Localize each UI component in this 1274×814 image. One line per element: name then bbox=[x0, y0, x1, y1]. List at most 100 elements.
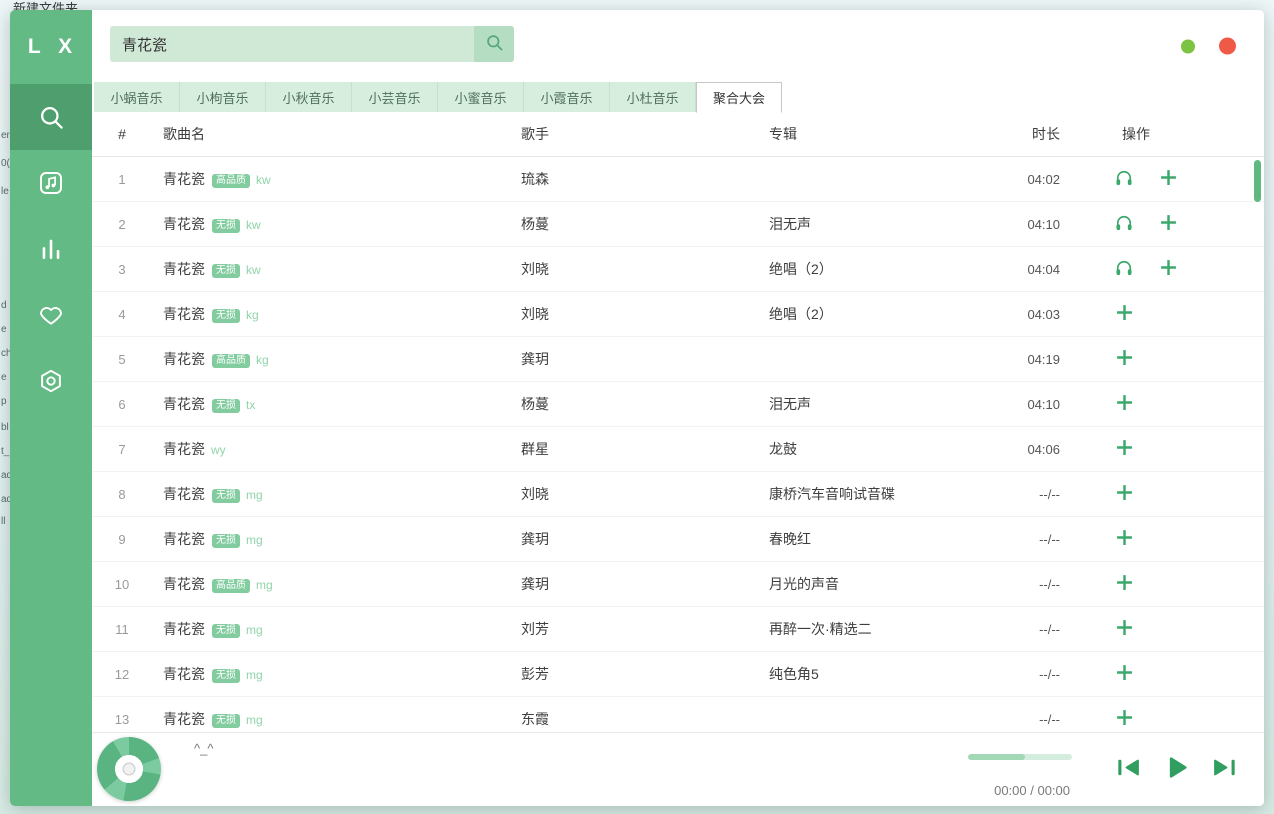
song-cell: 青花瓷无损kw bbox=[152, 214, 512, 234]
row-number: 4 bbox=[92, 307, 152, 322]
sidebar-item-search[interactable] bbox=[10, 84, 92, 150]
table-row[interactable]: 9 青花瓷无损mg 龚玥 春晚红 --/-- bbox=[92, 517, 1264, 562]
artist-cell: 杨蔓 bbox=[512, 214, 760, 234]
source-label: mg bbox=[256, 578, 273, 592]
table-row[interactable]: 7 青花瓷wy 群星 龙鼓 04:06 bbox=[92, 427, 1264, 472]
scrollbar-thumb[interactable] bbox=[1254, 160, 1261, 202]
desktop-text-fragment: 0( bbox=[1, 158, 10, 169]
quality-badge: 无损 bbox=[212, 489, 240, 503]
table-body: 1 青花瓷高品质kw 琉森 04:02 2 青花瓷无损kw 杨蔓 泪无声 04: bbox=[92, 157, 1264, 732]
main-panel: 小蜗音乐 小枸音乐 小秋音乐 小芸音乐 小蜜音乐 小霞音乐 小杜音乐 聚合大会 … bbox=[92, 10, 1264, 806]
heart-icon bbox=[38, 302, 64, 328]
table-row[interactable]: 4 青花瓷无损kg 刘晓 绝唱（2） 04:03 bbox=[92, 292, 1264, 337]
desktop-text-fragment: d bbox=[1, 300, 7, 311]
table-row[interactable]: 6 青花瓷无损tx 杨蔓 泪无声 04:10 bbox=[92, 382, 1264, 427]
table-row[interactable]: 13 青花瓷无损mg 东霞 --/-- bbox=[92, 697, 1264, 732]
add-button[interactable] bbox=[1146, 212, 1190, 236]
source-label: mg bbox=[246, 668, 263, 682]
next-button[interactable] bbox=[1211, 755, 1238, 785]
add-button[interactable] bbox=[1102, 617, 1146, 641]
add-button[interactable] bbox=[1102, 347, 1146, 371]
song-cell: 青花瓷无损kw bbox=[152, 259, 512, 279]
tab-2[interactable]: 小枸音乐 bbox=[180, 82, 266, 112]
add-button[interactable] bbox=[1102, 707, 1146, 731]
source-label: kg bbox=[246, 308, 259, 322]
actions-cell bbox=[1060, 347, 1264, 371]
artist-cell: 杨蔓 bbox=[512, 394, 760, 414]
table-row[interactable]: 1 青花瓷高品质kw 琉森 04:02 bbox=[92, 157, 1264, 202]
listen-button[interactable] bbox=[1102, 212, 1146, 236]
artist-cell: 刘芳 bbox=[512, 619, 760, 639]
add-button[interactable] bbox=[1102, 392, 1146, 416]
previous-button[interactable] bbox=[1115, 755, 1142, 785]
desktop-text-fragment: bl bbox=[1, 422, 9, 433]
table-row[interactable]: 3 青花瓷无损kw 刘晓 绝唱（2） 04:04 bbox=[92, 247, 1264, 292]
tab-4[interactable]: 小芸音乐 bbox=[352, 82, 438, 112]
headphone-icon bbox=[1114, 258, 1134, 281]
song-name: 青花瓷 bbox=[163, 441, 205, 457]
duration-cell: --/-- bbox=[1000, 622, 1060, 637]
artist-cell: 刘晓 bbox=[512, 484, 760, 504]
table-row[interactable]: 11 青花瓷无损mg 刘芳 再醉一次·精选二 --/-- bbox=[92, 607, 1264, 652]
sidebar-item-songlist[interactable] bbox=[10, 150, 92, 216]
actions-cell bbox=[1060, 392, 1264, 416]
header-song: 歌曲名 bbox=[152, 124, 512, 144]
song-name: 青花瓷 bbox=[163, 351, 205, 367]
desktop-text-fragment: ll bbox=[1, 516, 5, 527]
artist-cell: 龚玥 bbox=[512, 349, 760, 369]
add-button[interactable] bbox=[1102, 527, 1146, 551]
quality-badge: 无损 bbox=[212, 264, 240, 278]
play-button[interactable] bbox=[1162, 753, 1191, 787]
plus-icon bbox=[1114, 527, 1135, 551]
add-button[interactable] bbox=[1102, 302, 1146, 326]
add-button[interactable] bbox=[1146, 167, 1190, 191]
close-button[interactable] bbox=[1219, 38, 1236, 55]
table-row[interactable]: 12 青花瓷无损mg 彭芳 纯色角5 --/-- bbox=[92, 652, 1264, 697]
album-cell: 龙鼓 bbox=[760, 439, 1000, 459]
tab-label: 聚合大会 bbox=[713, 88, 765, 107]
tab-3[interactable]: 小秋音乐 bbox=[266, 82, 352, 112]
song-name: 青花瓷 bbox=[163, 306, 205, 322]
table-row[interactable]: 2 青花瓷无损kw 杨蔓 泪无声 04:10 bbox=[92, 202, 1264, 247]
plus-icon bbox=[1114, 347, 1135, 371]
listen-button[interactable] bbox=[1102, 167, 1146, 191]
actions-cell bbox=[1060, 257, 1264, 281]
minimize-button[interactable] bbox=[1181, 39, 1195, 53]
row-number: 1 bbox=[92, 172, 152, 187]
duration-cell: --/-- bbox=[1000, 667, 1060, 682]
table-row[interactable]: 10 青花瓷高品质mg 龚玥 月光的声音 --/-- bbox=[92, 562, 1264, 607]
table-row[interactable]: 8 青花瓷无损mg 刘晓 康桥汽车音响试音碟 --/-- bbox=[92, 472, 1264, 517]
add-button[interactable] bbox=[1102, 482, 1146, 506]
tab-1[interactable]: 小蜗音乐 bbox=[94, 82, 180, 112]
add-button[interactable] bbox=[1102, 572, 1146, 596]
add-button[interactable] bbox=[1102, 662, 1146, 686]
search-button[interactable] bbox=[474, 26, 514, 62]
sidebar-item-settings[interactable] bbox=[10, 348, 92, 414]
add-button[interactable] bbox=[1102, 437, 1146, 461]
album-cell: 泪无声 bbox=[760, 394, 1000, 414]
window-controls bbox=[1181, 38, 1236, 55]
song-cell: 青花瓷无损tx bbox=[152, 394, 512, 414]
tab-5[interactable]: 小蜜音乐 bbox=[438, 82, 524, 112]
play-time: 00:00 / 00:00 bbox=[994, 783, 1070, 798]
tab-7[interactable]: 小杜音乐 bbox=[610, 82, 696, 112]
song-cell: 青花瓷高品质kw bbox=[152, 169, 512, 189]
table-row[interactable]: 5 青花瓷高品质kg 龚玥 04:19 bbox=[92, 337, 1264, 382]
duration-cell: --/-- bbox=[1000, 577, 1060, 592]
headphone-icon bbox=[1114, 168, 1134, 191]
source-tabs: 小蜗音乐 小枸音乐 小秋音乐 小芸音乐 小蜜音乐 小霞音乐 小杜音乐 聚合大会 bbox=[92, 82, 1264, 112]
search-input[interactable] bbox=[110, 26, 474, 62]
listen-button[interactable] bbox=[1102, 257, 1146, 281]
song-cell: 青花瓷无损mg bbox=[152, 709, 512, 729]
artist-cell: 龚玥 bbox=[512, 574, 760, 594]
album-disc-icon[interactable] bbox=[97, 737, 161, 801]
progress-bar[interactable] bbox=[968, 754, 1072, 760]
sidebar-item-leaderboard[interactable] bbox=[10, 216, 92, 282]
sidebar-item-favorites[interactable] bbox=[10, 282, 92, 348]
tab-6[interactable]: 小霞音乐 bbox=[524, 82, 610, 112]
tab-8[interactable]: 聚合大会 bbox=[696, 82, 782, 113]
plus-icon bbox=[1114, 392, 1135, 416]
song-cell: 青花瓷无损mg bbox=[152, 529, 512, 549]
add-button[interactable] bbox=[1146, 257, 1190, 281]
desktop-text-fragment: t_ bbox=[1, 446, 9, 457]
